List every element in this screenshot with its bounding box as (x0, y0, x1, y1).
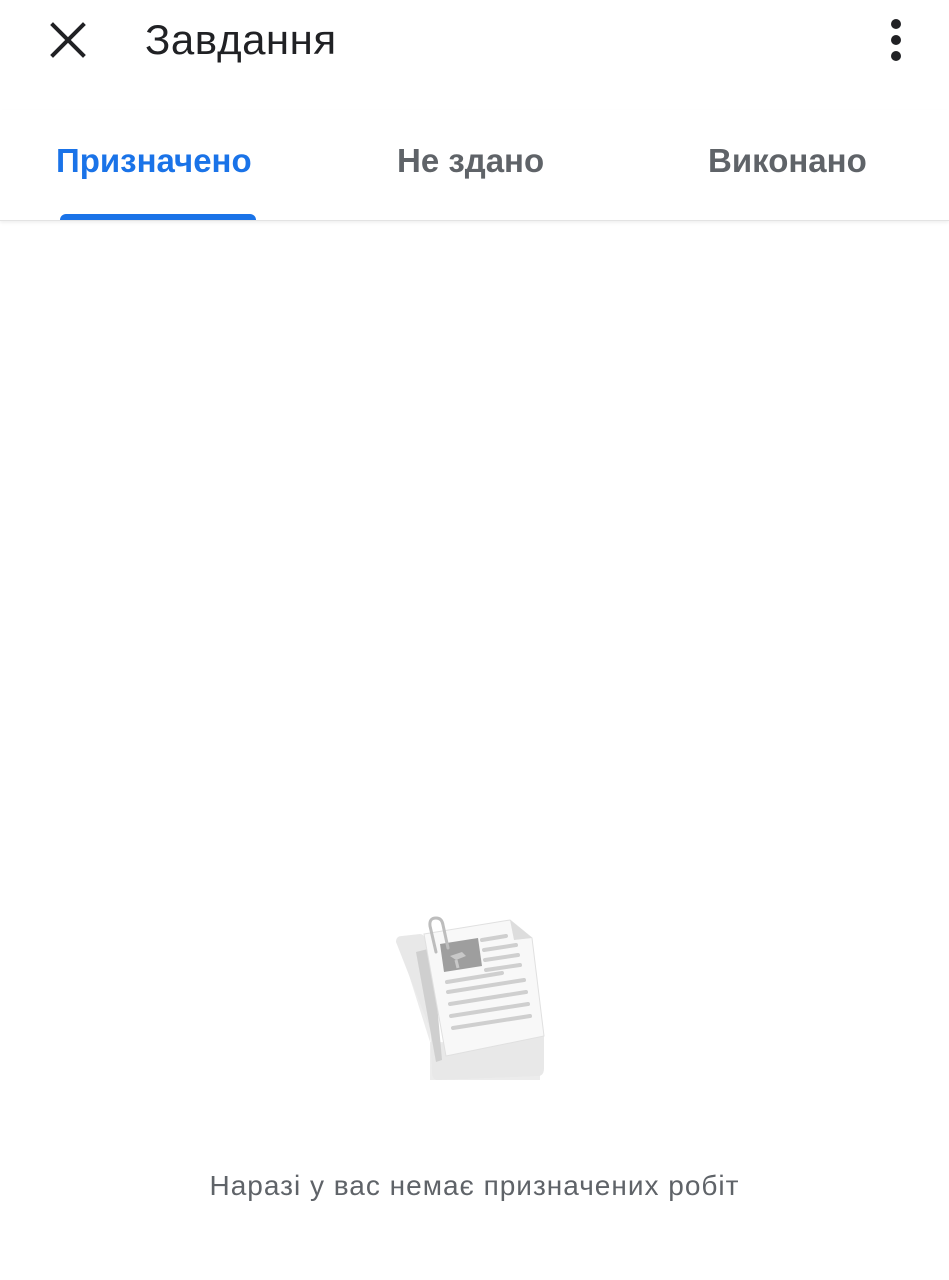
close-icon (50, 22, 86, 58)
tab-assigned[interactable]: Призначено (56, 138, 252, 184)
tab-done[interactable]: Виконано (708, 138, 867, 184)
active-tab-indicator (60, 214, 256, 220)
tab-bar: Призначено Не здано Виконано (0, 110, 949, 221)
app-bar: Завдання (0, 0, 949, 84)
tab-missing[interactable]: Не здано (397, 138, 544, 184)
page-title: Завдання (145, 16, 337, 63)
more-vert-icon (891, 19, 901, 61)
more-options-button[interactable] (866, 10, 926, 70)
empty-state-message: Наразі у вас немає призначених робіт (209, 1170, 740, 1201)
close-button[interactable] (38, 10, 98, 70)
empty-assignments-illustration (396, 916, 545, 1080)
